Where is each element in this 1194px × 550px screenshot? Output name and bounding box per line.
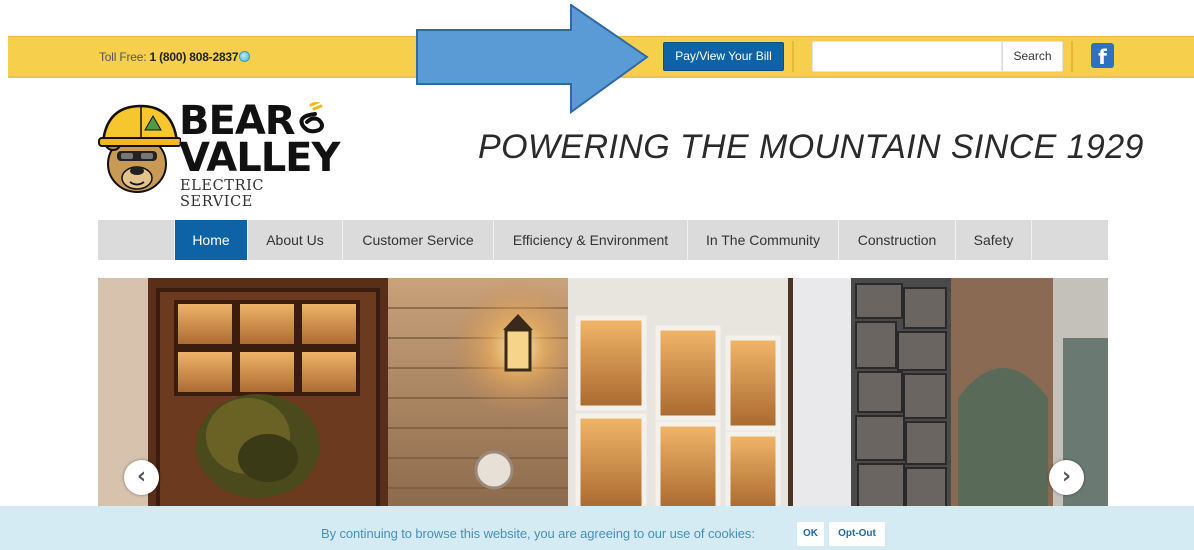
logo-subtitle: ELECTRIC SERVICE bbox=[180, 178, 265, 210]
divider bbox=[1071, 41, 1073, 72]
phone-icon bbox=[239, 51, 251, 62]
nav-item-in-the-community[interactable]: In The Community bbox=[688, 220, 839, 260]
nav-item-safety[interactable]: Safety bbox=[956, 220, 1032, 260]
slider-prev-button[interactable]: ‹ bbox=[124, 460, 159, 495]
nav-spacer bbox=[98, 220, 175, 260]
main-navigation: Home About Us Customer Service Efficienc… bbox=[98, 220, 1108, 260]
cookie-ok-button[interactable]: OK bbox=[797, 522, 824, 546]
cookie-message: By continuing to browse this website, yo… bbox=[321, 526, 755, 541]
search-button[interactable]: Search bbox=[1002, 41, 1063, 72]
nav-item-efficiency-environment[interactable]: Efficiency & Environment bbox=[494, 220, 688, 260]
hero-image bbox=[98, 278, 1108, 510]
site-tagline: POWERING THE MOUNTAIN SINCE 1929 bbox=[478, 128, 1144, 166]
cookie-consent-bar: By continuing to browse this website, yo… bbox=[0, 506, 1194, 550]
bear-mascot-icon bbox=[98, 104, 181, 193]
slider-next-button[interactable]: › bbox=[1049, 460, 1084, 495]
search-input[interactable] bbox=[812, 41, 1002, 72]
toll-free-number[interactable]: 1 (800) 808-2837 bbox=[150, 50, 239, 64]
nav-item-home[interactable]: Home bbox=[175, 220, 248, 260]
cookie-optout-button[interactable]: Opt-Out bbox=[829, 522, 885, 546]
hero-slider: ‹ › bbox=[98, 278, 1108, 510]
site-logo[interactable]: BEAR VALLEY ELECTRIC SERVICE bbox=[97, 98, 340, 210]
nav-item-about-us[interactable]: About Us bbox=[248, 220, 343, 260]
logo-text-valley: VALLEY bbox=[179, 135, 340, 181]
annotation-arrow bbox=[416, 4, 649, 114]
divider bbox=[792, 41, 794, 72]
pay-bill-button[interactable]: Pay/View Your Bill bbox=[663, 42, 784, 71]
toll-free-label: Toll Free: bbox=[99, 50, 147, 64]
toll-free-info: Toll Free: 1 (800) 808-2837 bbox=[99, 50, 251, 64]
nav-item-customer-service[interactable]: Customer Service bbox=[343, 220, 494, 260]
nav-item-construction[interactable]: Construction bbox=[839, 220, 956, 260]
facebook-icon[interactable]: f bbox=[1091, 43, 1114, 69]
